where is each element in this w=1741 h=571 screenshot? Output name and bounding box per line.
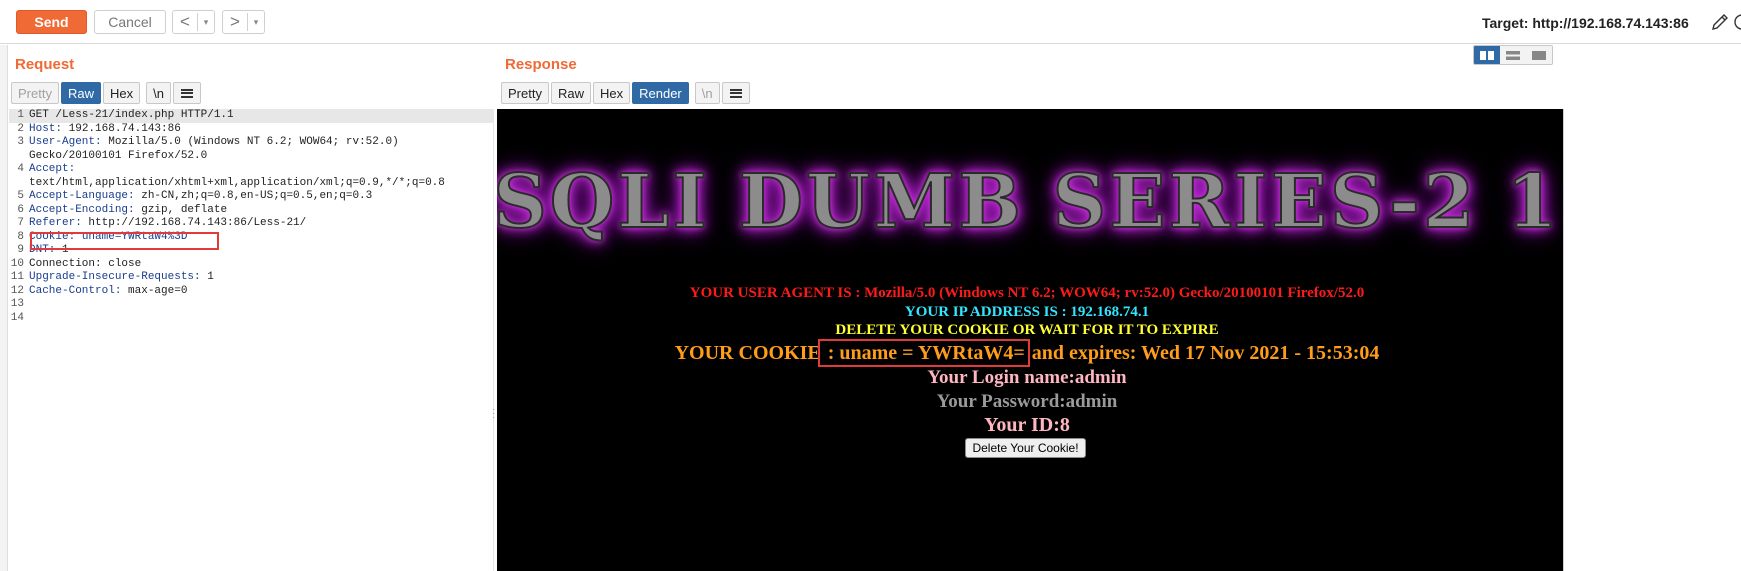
target-url: http://192.168.74.143:86 <box>1532 15 1689 31</box>
top-toolbar: Send Cancel < ▾ > ▾ Target: http://192.1… <box>0 0 1741 44</box>
response-tabs: Pretty Raw Hex Render \n <box>501 82 750 104</box>
tab-pretty[interactable]: Pretty <box>501 82 549 104</box>
tab-hex[interactable]: Hex <box>592 82 631 104</box>
request-editor[interactable]: 1 GET /Less-21/index.php HTTP/1.1 2 Host: … <box>9 109 494 571</box>
chevron-right-icon[interactable]: > <box>223 12 247 32</box>
code-line: text/html,application/xhtml+xml,applicat… <box>29 176 445 189</box>
user-agent-text: YOUR USER AGENT IS : Mozilla/5.0 (Window… <box>689 285 1365 301</box>
cookie-prefix: YOUR COOKIE <box>674 342 821 364</box>
send-button[interactable]: Send <box>16 10 87 34</box>
code-line: 12 Cache-Control: max-age=0 <box>10 284 188 297</box>
code-line: 1 GET /Less-21/index.php HTTP/1.1 <box>9 109 494 123</box>
code-line: 5 Accept-Language: zh-CN,zh;q=0.8,en-US;q… <box>17 190 373 202</box>
cookie-value-highlight: : uname = YWRtaW4= <box>817 339 1030 367</box>
ip-address-text: YOUR IP ADDRESS IS : 192.168.74.1 <box>904 304 1150 320</box>
rows-icon <box>1506 50 1520 60</box>
single-pane-icon <box>1532 50 1546 60</box>
pane-divider-handle[interactable]: · · · <box>492 405 496 424</box>
tab-newline[interactable]: \n <box>694 82 720 104</box>
delete-cookie-message: DELETE YOUR COOKIE OR WAIT FOR IT TO EXP… <box>835 322 1219 338</box>
code-line: 7 Referer: http://192.168.74.143:86/Less-… <box>17 217 307 229</box>
response-options-button[interactable] <box>721 82 750 104</box>
layout-side-by-side-button[interactable] <box>1474 46 1500 64</box>
chevron-down-icon[interactable]: ▾ <box>198 17 214 28</box>
code-line: 4 Accept: <box>17 163 76 175</box>
login-name-text: Your Login name:admin <box>927 367 1127 388</box>
user-id-text: Your ID:8 <box>984 414 1070 436</box>
layout-stacked-button[interactable] <box>1500 46 1526 64</box>
tab-newline[interactable]: \n <box>146 82 171 104</box>
tab-render[interactable]: Render <box>632 82 689 104</box>
chevron-left-icon[interactable]: < <box>173 12 197 32</box>
cookie-suffix: and expires: Wed 17 Nov 2021 - 15:53:04 <box>1026 342 1380 364</box>
back-nav-group[interactable]: < ▾ <box>172 10 215 34</box>
hamburger-icon <box>729 88 742 98</box>
request-title: Request <box>15 56 75 73</box>
response-title: Response <box>505 56 577 73</box>
code-line: 2 Host: 192.168.74.143:86 <box>17 122 181 135</box>
response-render-view: SQLI DUMB SERIES-2 1 YOUR USER AGENT IS … <box>497 109 1563 571</box>
target-display: Target: http://192.168.74.143:86 <box>1482 15 1689 31</box>
left-edge-strip <box>0 45 8 571</box>
chevron-down-icon[interactable]: ▾ <box>248 17 264 28</box>
tab-raw[interactable]: Raw <box>550 82 591 104</box>
columns-icon <box>1480 50 1494 60</box>
tab-raw[interactable]: Raw <box>60 82 101 104</box>
code-line: Gecko/20100101 Firefox/52.0 <box>29 149 208 162</box>
layout-toggle <box>1473 45 1553 65</box>
page-banner: SQLI DUMB SERIES-2 1 <box>497 158 1561 246</box>
target-label: Target: <box>1482 15 1529 31</box>
code-line: 13 <box>10 298 24 310</box>
cookie-text: YOUR COOKIE : uname = YWRtaW4= and expir… <box>497 339 1557 367</box>
tab-pretty[interactable]: Pretty <box>11 82 59 104</box>
password-text: Your Password:admin <box>936 391 1118 412</box>
code-line: 3 User-Agent: Mozilla/5.0 (Windows NT 6.2… <box>17 136 399 148</box>
layout-tabs-button[interactable] <box>1526 46 1552 64</box>
hamburger-icon <box>180 88 193 98</box>
cookie-highlight-box <box>30 232 219 250</box>
tab-hex[interactable]: Hex <box>102 82 141 104</box>
forward-nav-group[interactable]: > ▾ <box>222 10 265 34</box>
request-tabs: Pretty Raw Hex \n <box>11 82 201 104</box>
pencil-icon[interactable] <box>1710 12 1730 32</box>
cancel-button[interactable]: Cancel <box>94 10 166 34</box>
delete-cookie-button[interactable]: Delete Your Cookie! <box>965 438 1086 458</box>
code-line: 11 Upgrade-Insecure-Requests: 1 <box>10 271 214 283</box>
code-line: 6 Accept-Encoding: gzip, deflate <box>17 203 228 216</box>
code-line: 10 Connection: close <box>10 257 142 270</box>
help-icon[interactable] <box>1733 13 1741 31</box>
inspector-pane <box>1564 45 1741 571</box>
request-options-button[interactable] <box>172 82 201 104</box>
code-line: 14 <box>10 311 24 324</box>
